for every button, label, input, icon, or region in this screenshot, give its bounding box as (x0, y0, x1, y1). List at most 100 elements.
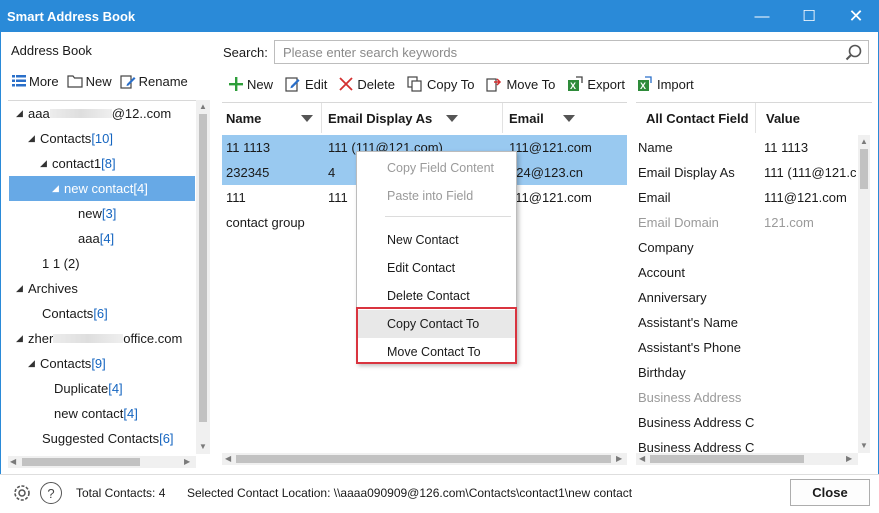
expanded-arrow-icon: ◢ (16, 333, 23, 343)
field-row[interactable]: Email Domain 121.com (636, 210, 856, 235)
field-row[interactable]: Business Address Ci (636, 410, 856, 435)
scroll-down-icon[interactable]: ▼ (199, 442, 207, 451)
field-name: Anniversary (638, 290, 707, 305)
edit-icon (285, 77, 300, 92)
tree-item-aaa[interactable]: aaa [4] (78, 226, 114, 251)
column-header-email[interactable]: Email (503, 103, 627, 133)
fields-horizontal-scrollbar[interactable]: ◀ ▶ (636, 453, 858, 465)
field-row[interactable]: Email 111@121.com (636, 185, 856, 210)
fields-vertical-scrollbar[interactable]: ▲ ▼ (858, 135, 870, 453)
field-row[interactable]: Account (636, 260, 856, 285)
menu-item-delete-contact[interactable]: Delete Contact (357, 282, 516, 310)
tree-item-contact1[interactable]: ◢ contact1 [8] (40, 151, 116, 176)
import-button[interactable]: X Import (632, 72, 699, 96)
field-name: Business Address Ci (638, 415, 754, 430)
scroll-right-icon[interactable]: ▶ (184, 457, 190, 466)
help-icon[interactable]: ? (40, 482, 62, 504)
search-placeholder: Please enter search keywords (283, 44, 458, 60)
more-button[interactable]: More (8, 70, 63, 92)
field-row[interactable]: Birthday (636, 360, 856, 385)
column-header-email-display[interactable]: Email Display As (322, 103, 503, 133)
scroll-right-icon[interactable]: ▶ (846, 454, 852, 463)
tree-item-archives[interactable]: ◢ Archives (16, 276, 78, 301)
menu-separator (385, 216, 511, 217)
tree-item-new[interactable]: new [3] (78, 201, 116, 226)
scroll-up-icon[interactable]: ▲ (860, 137, 868, 146)
folder-icon (67, 75, 83, 88)
copy-icon (407, 76, 422, 92)
field-name: Name (638, 140, 673, 155)
column-header-value[interactable]: Value (756, 103, 856, 133)
field-row[interactable]: Name 11 1113 (636, 135, 856, 160)
scroll-left-icon[interactable]: ◀ (225, 454, 231, 463)
scroll-thumb[interactable] (199, 114, 207, 422)
field-name: Assistant's Phone (638, 340, 741, 355)
field-value: 121.com (764, 215, 814, 230)
search-input[interactable]: Please enter search keywords (274, 40, 869, 64)
minimize-icon[interactable]: — (739, 0, 785, 32)
expanded-arrow-icon: ◢ (52, 183, 59, 193)
tree-item-contacts[interactable]: ◢ Contacts [10] (28, 126, 113, 151)
menu-item-edit-contact[interactable]: Edit Contact (357, 254, 516, 282)
close-button[interactable]: Close (790, 479, 870, 506)
tree-item-account-1[interactable]: ◢ aaa @12..com (16, 101, 171, 126)
window-title: Smart Address Book (7, 8, 136, 24)
delete-button[interactable]: Delete (334, 72, 400, 96)
maximize-icon[interactable]: ☐ (786, 0, 832, 32)
expanded-arrow-icon: ◢ (40, 158, 47, 168)
edit-button[interactable]: Edit (280, 72, 332, 96)
sort-arrow-icon (563, 115, 575, 122)
field-row[interactable]: Anniversary (636, 285, 856, 310)
move-icon (486, 78, 502, 92)
scroll-left-icon[interactable]: ◀ (639, 454, 645, 463)
tree-item-archive-contacts[interactable]: Contacts [6] (42, 301, 108, 326)
redacted-text (49, 109, 112, 118)
contacts-horizontal-scrollbar[interactable]: ◀ ▶ (222, 453, 627, 465)
scroll-right-icon[interactable]: ▶ (616, 454, 622, 463)
selected-contact-location: Selected Contact Location: \\aaaa090909@… (187, 486, 633, 500)
scroll-thumb[interactable] (22, 458, 140, 466)
copy-to-button[interactable]: Copy To (402, 72, 479, 96)
tree-horizontal-scrollbar[interactable]: ◀ ▶ (8, 456, 196, 468)
field-name: Company (638, 240, 694, 255)
field-row[interactable]: Business Address (636, 385, 856, 410)
new-folder-button[interactable]: New (63, 70, 116, 92)
tree-item-1-1[interactable]: 1 1 (2) (42, 251, 80, 276)
new-contact-button[interactable]: New (224, 72, 278, 96)
menu-item-copy-field-content[interactable]: Copy Field Content (357, 154, 516, 182)
gear-icon[interactable] (11, 482, 33, 504)
scroll-up-icon[interactable]: ▲ (199, 102, 207, 111)
field-row[interactable]: Company (636, 235, 856, 260)
tree-vertical-scrollbar[interactable]: ▲ ▼ (196, 100, 210, 454)
field-value (764, 360, 856, 385)
field-row[interactable]: Assistant's Phone (636, 335, 856, 360)
search-icon[interactable] (845, 44, 863, 62)
move-to-button[interactable]: Move To (481, 72, 560, 96)
scroll-thumb[interactable] (650, 455, 804, 463)
close-icon[interactable]: ✕ (833, 0, 879, 32)
tree-item-account-2[interactable]: ◢ zher office.com (16, 326, 182, 351)
tree-item-suggested[interactable]: Suggested Contacts [6] (42, 426, 174, 451)
scroll-down-icon[interactable]: ▼ (860, 441, 868, 450)
field-row[interactable]: Assistant's Name (636, 310, 856, 335)
scroll-thumb[interactable] (860, 149, 868, 189)
delete-icon (339, 77, 354, 91)
address-book-toolbar: More New Rename (8, 70, 192, 92)
field-row[interactable]: Email Display As 111 (111@121.c (636, 160, 856, 185)
tree-item-new-contact[interactable]: ◢ new contact [4] (9, 176, 195, 201)
tree-item-duplicate[interactable]: Duplicate [4] (54, 376, 123, 401)
menu-item-paste-into-field[interactable]: Paste into Field (357, 182, 516, 210)
plus-icon (229, 77, 243, 91)
scroll-left-icon[interactable]: ◀ (10, 457, 16, 466)
rename-button[interactable]: Rename (116, 70, 192, 92)
svg-text:X: X (640, 81, 646, 91)
export-button[interactable]: X Export (562, 72, 630, 96)
tree-item-new-contact-2[interactable]: new contact [4] (54, 401, 138, 426)
column-header-field[interactable]: All Contact Field (636, 103, 756, 133)
tree-item-contacts-2[interactable]: ◢ Contacts [9] (28, 351, 106, 376)
scroll-thumb[interactable] (236, 455, 611, 463)
menu-item-new-contact[interactable]: New Contact (357, 226, 516, 254)
column-header-name[interactable]: Name (222, 103, 322, 133)
search-label: Search: (223, 45, 268, 60)
export-icon: X (568, 76, 584, 91)
